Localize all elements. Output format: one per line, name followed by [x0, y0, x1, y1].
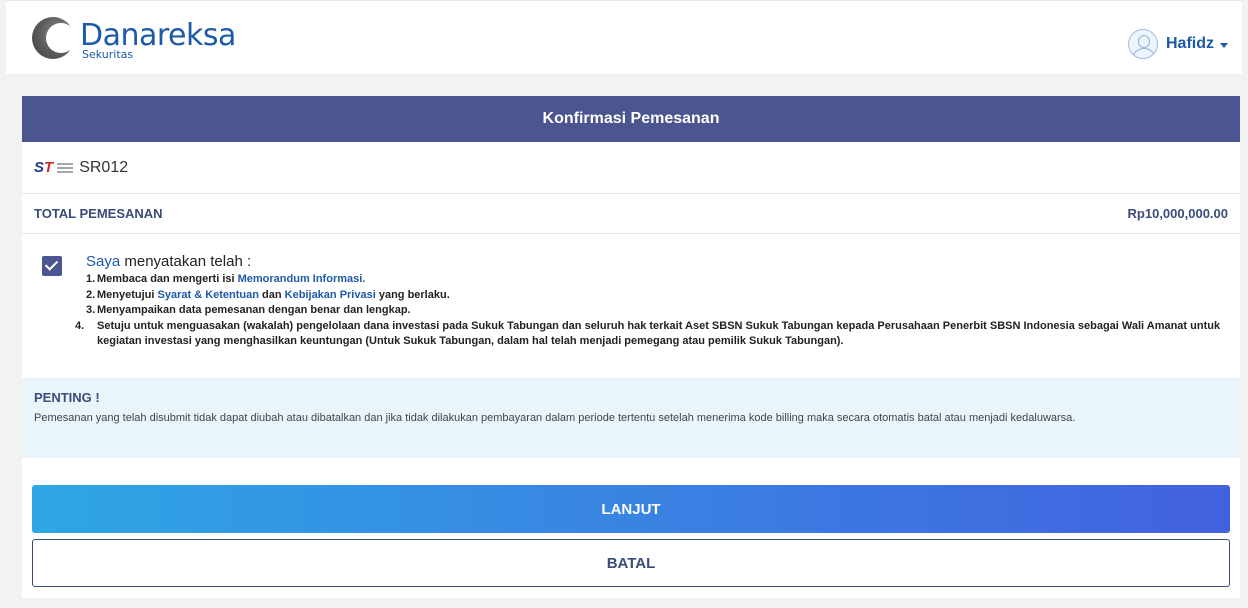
danareksa-logo-icon [32, 17, 76, 59]
agreement-heading-rest: menyatakan telah : [120, 253, 252, 270]
user-menu[interactable]: Hafidz [1128, 27, 1228, 61]
danareksa-logo[interactable]: Danareksa Sekuritas [32, 17, 242, 65]
user-name: Hafidz [1166, 35, 1214, 52]
agreement-heading-highlight: Saya [86, 253, 121, 270]
next-button[interactable]: LANJUT [32, 485, 1230, 533]
notice-title: PENTING ! [34, 390, 100, 405]
privacy-link[interactable]: Kebijakan Privasi [285, 289, 376, 301]
agreement-item: 3. Menyampaikan data pemesanan dengan ben… [86, 304, 411, 316]
user-avatar-icon [1128, 29, 1158, 59]
agreement-text: Saya menyatakan telah : 1. Membaca dan me… [75, 252, 1226, 350]
terms-link[interactable]: Syarat & Ketentuan [158, 289, 259, 301]
top-navbar: Danareksa Sekuritas Hafidz [6, 0, 1242, 74]
total-label: TOTAL PEMESANAN [34, 206, 163, 221]
notice-text: Pemesanan yang telah disubmit tidak dapa… [34, 412, 1076, 424]
total-value: Rp10,000,000.00 [1127, 206, 1228, 221]
page-title: Konfirmasi Pemesanan [22, 96, 1240, 142]
order-confirmation-card: Konfirmasi Pemesanan ST SR012 TOTAL PEME… [22, 96, 1240, 598]
product-code: SR012 [79, 158, 129, 176]
brand-subtitle: Sekuritas [82, 48, 134, 61]
agreement-item: 1. Membaca dan mengerti isi Memorandum In… [86, 273, 366, 285]
agreement-checkbox[interactable] [42, 256, 62, 276]
product-row: ST SR012 [22, 142, 1240, 194]
agreement-item: 2. Menyetujui Syarat & Ketentuan dan Kebi… [86, 288, 450, 301]
order-total-row: TOTAL PEMESANAN Rp10,000,000.00 [22, 194, 1240, 234]
cancel-button[interactable]: BATAL [32, 539, 1230, 587]
agreement-section: Saya menyatakan telah : 1. Membaca dan me… [22, 244, 1240, 364]
caret-down-icon [1220, 42, 1228, 48]
sukuk-tabungan-logo-icon: ST [34, 159, 74, 176]
agreement-list: 1. Membaca dan mengerti isi Memorandum In… [75, 272, 1226, 350]
agreement-heading: Saya menyatakan telah : [86, 252, 1226, 272]
agreement-item: 4. Setuju untuk menguasakan (wakalah) pen… [75, 319, 1221, 348]
memorandum-link[interactable]: Memorandum Informasi. [238, 273, 366, 285]
important-notice: PENTING ! Pemesanan yang telah disubmit … [22, 378, 1240, 458]
